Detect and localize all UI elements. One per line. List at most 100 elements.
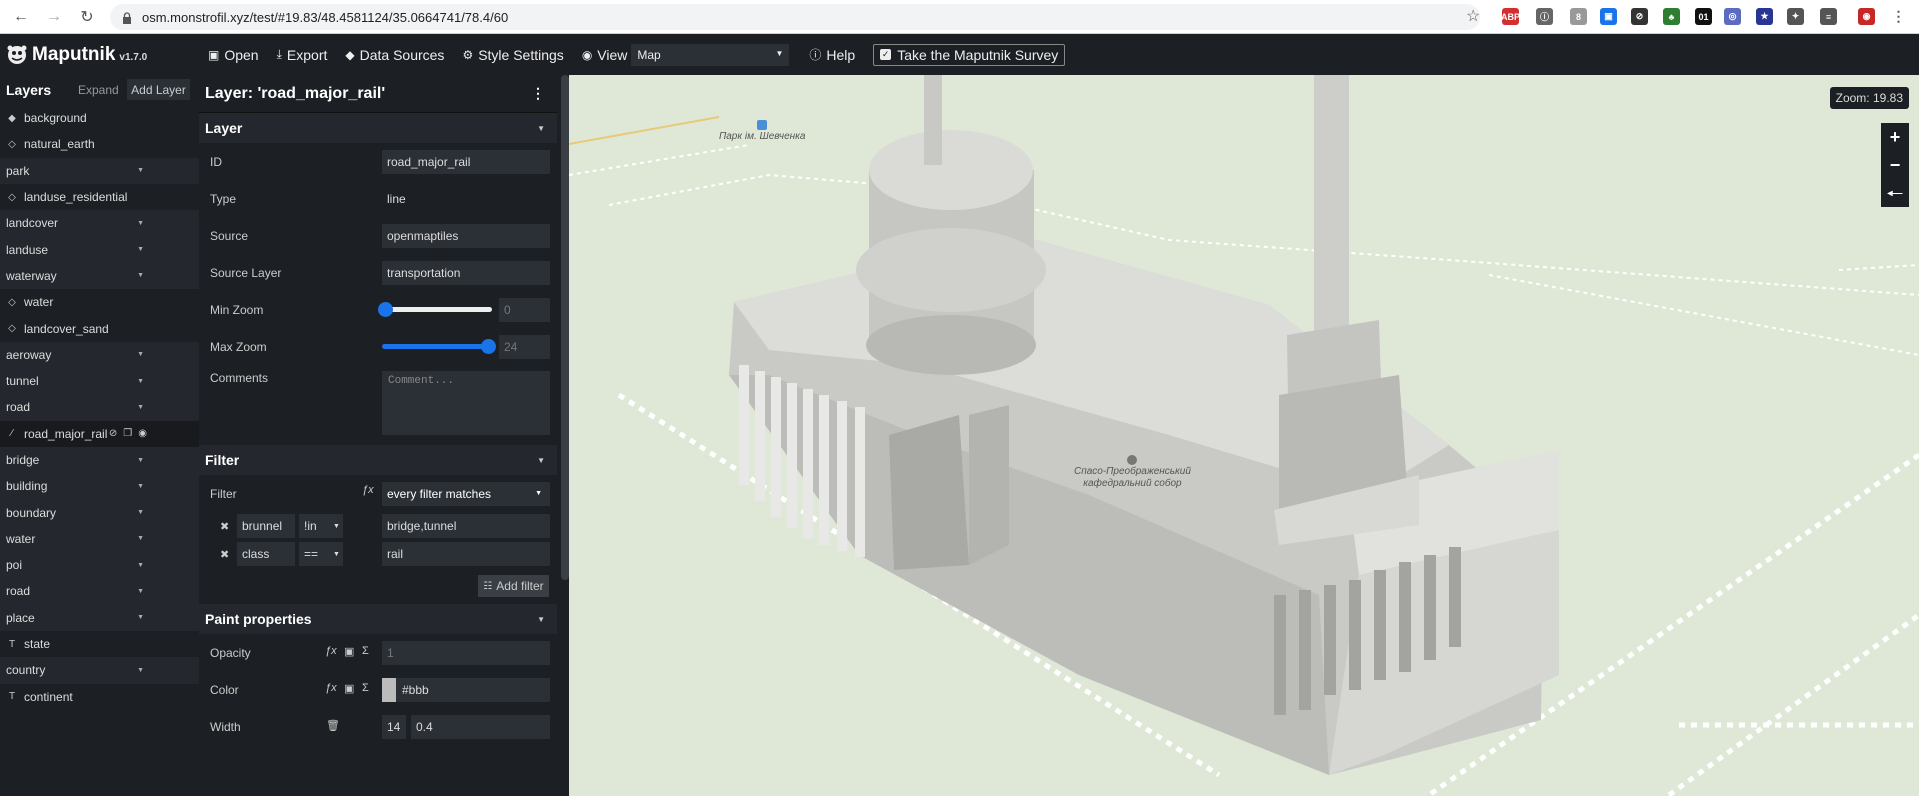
survey-button[interactable]: ✓ Take the Maputnik Survey bbox=[873, 43, 1066, 66]
layer-item-background[interactable]: ◆ background bbox=[0, 105, 199, 131]
chevron-down-icon[interactable]: ▼ bbox=[137, 535, 144, 542]
bookmark-star-icon[interactable]: ☆ bbox=[1466, 6, 1480, 26]
chevron-down-icon[interactable]: ▼ bbox=[137, 378, 144, 385]
layer-item-poi[interactable]: poi ▼ bbox=[0, 552, 199, 579]
layer-item-landcover[interactable]: landcover ▼ bbox=[0, 210, 199, 237]
ext8-extension-icon[interactable]: ◎ bbox=[1724, 8, 1741, 25]
data-driven-icon[interactable]: ▣ bbox=[344, 645, 354, 658]
copy-icon[interactable]: ❐ bbox=[123, 428, 132, 439]
help-button[interactable]: ⓘ Help bbox=[809, 46, 855, 63]
slider-handle[interactable] bbox=[481, 339, 496, 354]
editor-scrollbar[interactable] bbox=[561, 75, 569, 580]
ext12-extension-icon[interactable]: ◉ bbox=[1858, 8, 1875, 25]
slider-handle[interactable] bbox=[378, 302, 393, 317]
abp-extension-icon[interactable]: ABP bbox=[1501, 8, 1520, 25]
data-driven-icon[interactable]: ▣ bbox=[344, 682, 354, 695]
filter-value-input[interactable]: bridge,tunnel bbox=[382, 514, 550, 538]
function-icon[interactable]: ƒx bbox=[325, 645, 337, 657]
filter-key-input[interactable]: brunnel bbox=[237, 514, 295, 538]
filter-key-input[interactable]: class bbox=[237, 542, 295, 566]
chevron-down-icon[interactable]: ▼ bbox=[137, 351, 144, 358]
ext10-extension-icon[interactable]: ✦ bbox=[1787, 8, 1804, 25]
zoom-in-button[interactable]: + bbox=[1881, 123, 1909, 151]
layer-item-boundary[interactable]: boundary ▼ bbox=[0, 499, 199, 526]
layer-item-landuse[interactable]: landuse ▼ bbox=[0, 236, 199, 263]
view-select[interactable]: Map ▼ bbox=[631, 43, 790, 66]
chevron-down-icon[interactable]: ▼ bbox=[137, 272, 144, 279]
function-icon[interactable]: ƒx bbox=[325, 682, 337, 694]
layer-item-landcover-sand[interactable]: ◇ landcover_sand bbox=[0, 315, 199, 341]
layer-item-park[interactable]: park ▼ bbox=[0, 157, 199, 184]
layer-item-road-major-rail[interactable]: ∕ road_major_rail ⊘ ❐ ◉ bbox=[0, 420, 199, 447]
filter-mode-select[interactable]: every filter matches ▼ bbox=[382, 481, 550, 506]
ext9-extension-icon[interactable]: ★ bbox=[1756, 8, 1773, 25]
app-logo[interactable]: Maputnik v1.7.0 bbox=[6, 44, 208, 66]
map-canvas[interactable] bbox=[569, 75, 1919, 796]
layer-section-header[interactable]: Layer ▼ bbox=[199, 113, 557, 143]
chevron-down-icon[interactable]: ▼ bbox=[137, 562, 144, 569]
back-icon[interactable]: ← bbox=[9, 5, 33, 29]
chevron-down-icon[interactable]: ▼ bbox=[137, 588, 144, 595]
add-layer-button[interactable]: Add Layer bbox=[127, 79, 190, 100]
filter-section-header[interactable]: Filter ▼ bbox=[199, 445, 557, 475]
open-button[interactable]: ▣ Open bbox=[208, 47, 259, 63]
layer-item-water[interactable]: ◇ water bbox=[0, 289, 199, 315]
layer-item-tunnel[interactable]: tunnel ▼ bbox=[0, 367, 199, 395]
address-bar[interactable]: osm.monstrofil.xyz/test/#19.83/48.458112… bbox=[110, 4, 1480, 30]
layer-item-landuse-residential[interactable]: ◇ landuse_residential bbox=[0, 184, 199, 210]
trash-icon[interactable]: ✖ bbox=[220, 520, 229, 533]
chevron-down-icon[interactable]: ▼ bbox=[137, 614, 144, 621]
chevron-down-icon[interactable]: ▼ bbox=[137, 404, 144, 411]
expand-button[interactable]: Expand bbox=[78, 83, 119, 97]
layer-item-place[interactable]: place ▼ bbox=[0, 604, 199, 631]
browser-menu-icon[interactable]: ⋮ bbox=[1890, 8, 1907, 25]
layer-item-water[interactable]: water ▼ bbox=[0, 525, 199, 553]
opacity-input[interactable]: 1 bbox=[382, 640, 550, 665]
layer-item-bridge[interactable]: bridge ▼ bbox=[0, 446, 199, 474]
compass-button[interactable]: ◂— bbox=[1881, 179, 1909, 207]
map-view[interactable]: Парк ім. Шевченка Спасо-Преображенський … bbox=[569, 75, 1919, 796]
trash-icon[interactable]: ✖ bbox=[220, 548, 229, 561]
chevron-down-icon[interactable]: ▼ bbox=[137, 246, 144, 253]
source-select[interactable]: openmaptiles bbox=[382, 223, 550, 248]
chevron-down-icon[interactable]: ▼ bbox=[137, 167, 144, 174]
chevron-down-icon[interactable]: ▼ bbox=[137, 483, 144, 490]
layer-item-state[interactable]: Tstate bbox=[0, 631, 199, 657]
chevron-down-icon[interactable]: ▼ bbox=[137, 509, 144, 516]
layer-item-country[interactable]: country ▼ bbox=[0, 657, 199, 684]
chevron-down-icon[interactable]: ▼ bbox=[137, 667, 144, 674]
layer-item-aeroway[interactable]: aeroway ▼ bbox=[0, 341, 199, 368]
max-zoom-slider[interactable] bbox=[382, 339, 496, 354]
more-vertical-icon[interactable]: ⋮ bbox=[531, 85, 545, 102]
min-zoom-slider[interactable] bbox=[378, 302, 492, 317]
trash-icon[interactable]: 🗑 bbox=[326, 719, 340, 732]
color-swatch[interactable] bbox=[382, 677, 396, 702]
sigma-icon[interactable]: Σ bbox=[362, 645, 369, 657]
id-input[interactable]: road_major_rail bbox=[382, 149, 550, 174]
width-stop-zoom-input[interactable]: 14 bbox=[382, 714, 406, 739]
width-stop-value-input[interactable]: 0.4 bbox=[411, 714, 550, 739]
eye-icon[interactable]: ◉ bbox=[138, 428, 147, 439]
layer-item-waterway[interactable]: waterway ▼ bbox=[0, 262, 199, 290]
min-zoom-input[interactable]: 0 bbox=[499, 297, 550, 322]
ext11-extension-icon[interactable]: ≡ bbox=[1820, 8, 1837, 25]
data-sources-button[interactable]: ◆ Data Sources bbox=[345, 47, 444, 63]
export-button[interactable]: ⤓ Export bbox=[277, 47, 328, 63]
paint-section-header[interactable]: Paint properties ▼ bbox=[199, 604, 557, 634]
layer-item-natural-earth[interactable]: ◇ natural_earth bbox=[0, 131, 199, 157]
color-input[interactable]: #bbb bbox=[382, 677, 550, 702]
comments-textarea[interactable]: Comment... bbox=[382, 371, 550, 435]
layer-item-building[interactable]: building ▼ bbox=[0, 473, 199, 500]
forward-icon[interactable]: → bbox=[42, 5, 66, 29]
ext5-extension-icon[interactable]: ⊘ bbox=[1631, 8, 1648, 25]
chevron-down-icon[interactable]: ▼ bbox=[137, 220, 144, 227]
source-layer-select[interactable]: transportation bbox=[382, 260, 550, 285]
trash-icon[interactable]: ⊘ bbox=[109, 428, 117, 439]
ext4-extension-icon[interactable]: ▣ bbox=[1600, 8, 1617, 25]
layer-item-road[interactable]: road ▼ bbox=[0, 578, 199, 605]
chevron-down-icon[interactable]: ▼ bbox=[137, 457, 144, 464]
filter-value-input[interactable]: rail bbox=[382, 542, 550, 566]
ext3-extension-icon[interactable]: 8 bbox=[1570, 8, 1587, 25]
add-filter-button[interactable]: ☷ Add filter bbox=[478, 575, 549, 597]
layer-item-road[interactable]: road ▼ bbox=[0, 394, 199, 421]
